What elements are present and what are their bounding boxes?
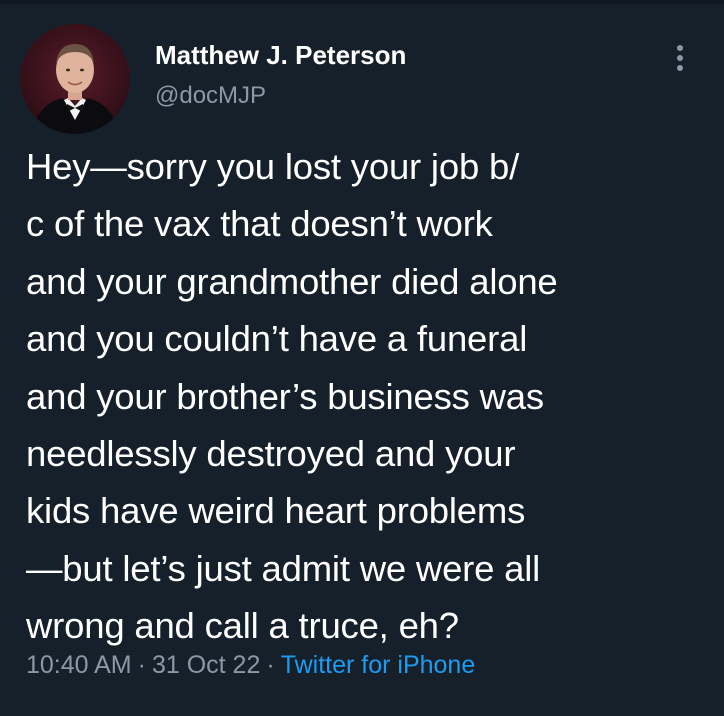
tweet-text-line: needlessly destroyed and your (26, 433, 516, 475)
tweet-text-line: Hey—sorry you lost your job b/ (26, 146, 520, 187)
tweet-text-line: kids have weird heart problems (26, 490, 526, 532)
tweet-text-line: and your brother’s business was (26, 375, 544, 417)
avatar[interactable] (20, 24, 130, 134)
tweet-text-line: —but let’s just admit we were all (26, 547, 541, 589)
tweet-text: Hey—sorry you lost your job b/ c of the … (26, 138, 706, 655)
user-handle[interactable]: @docMJP (155, 82, 266, 110)
more-options-button[interactable] (664, 40, 696, 74)
tweet-card: Matthew J. Peterson @docMJP Hey—sorry yo… (0, 0, 724, 716)
tweet-text-line: wrong and call a truce, eh? (26, 605, 459, 647)
separator-dot: · (137, 651, 146, 679)
tweet-text-line: and you couldn’t have a funeral (26, 318, 528, 360)
tweet-text-line: c of the vax that doesn’t work (26, 203, 493, 245)
tweet-time[interactable]: 10:40 AM (26, 651, 132, 679)
tweet-text-line: and your grandmother died alone (26, 260, 558, 302)
display-name[interactable]: Matthew J. Peterson (155, 40, 406, 71)
tweet-metadata: 10:40 AM · 31 Oct 22 · Twitter for iPhone (26, 651, 475, 680)
separator-dot: · (266, 651, 275, 679)
avatar-image (20, 24, 130, 134)
tweet-date[interactable]: 31 Oct 22 (152, 651, 260, 679)
tweet-source-link[interactable]: Twitter for iPhone (281, 651, 476, 679)
